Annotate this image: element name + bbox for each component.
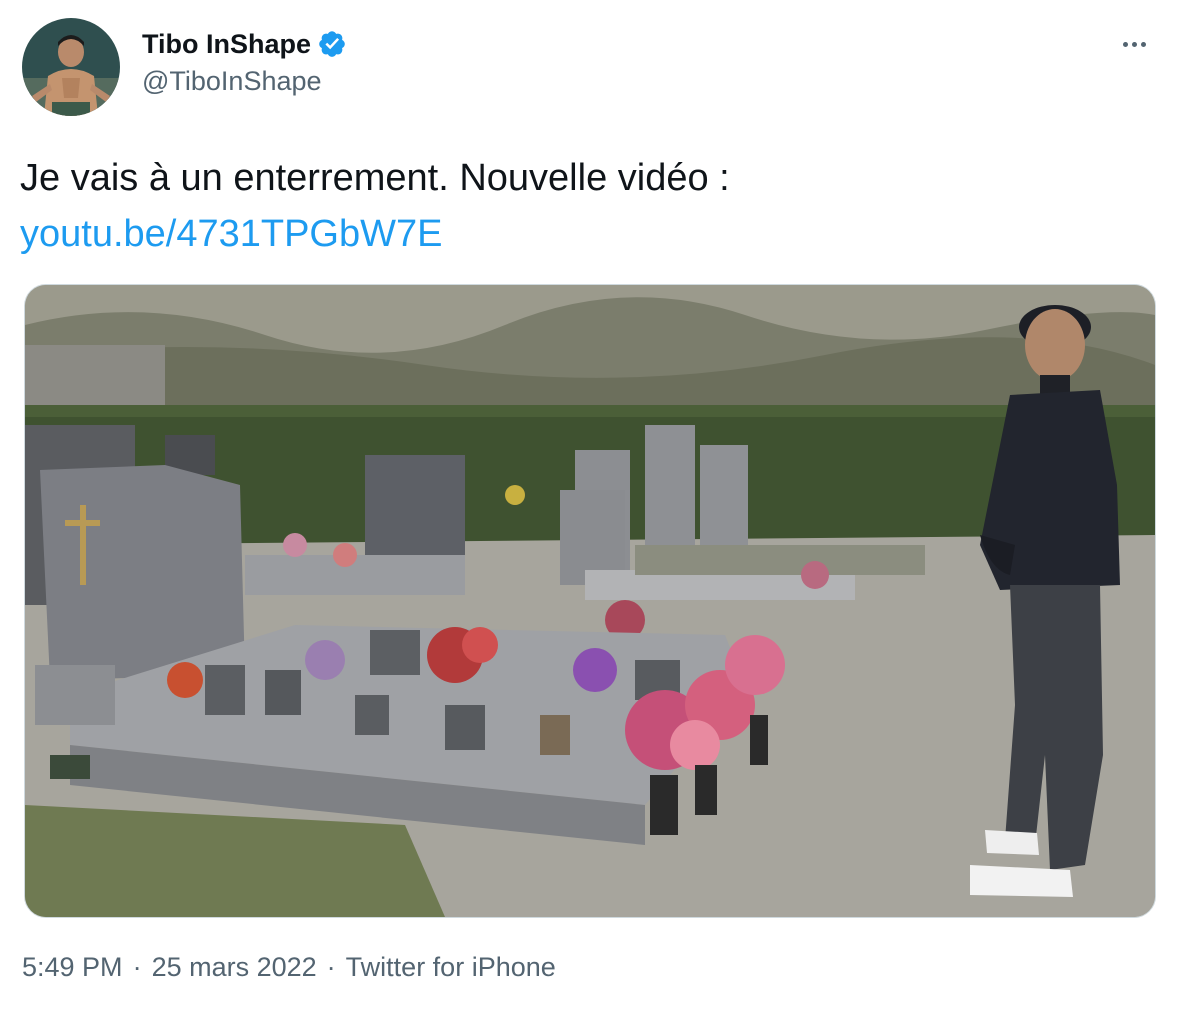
name-row: Tibo InShape	[142, 26, 347, 62]
tweet-text: Je vais à un enterrement. Nouvelle vidéo…	[20, 150, 1160, 262]
cemetery-photo	[25, 285, 1155, 917]
meta-separator: ·	[326, 952, 336, 982]
tweet-link[interactable]: youtu.be/4731TPGbW7E	[20, 213, 442, 255]
more-horizontal-icon[interactable]	[1114, 32, 1154, 56]
tweet-time[interactable]: 5:49 PM	[22, 952, 123, 983]
tweet-date[interactable]: 25 mars 2022	[152, 952, 317, 983]
tweet-source[interactable]: Twitter for iPhone	[346, 952, 556, 983]
tweet-media-photo[interactable]	[24, 284, 1156, 918]
avatar-photo	[22, 18, 120, 116]
tweet-meta: 5:49 PM · 25 mars 2022 · Twitter for iPh…	[22, 952, 556, 983]
handle[interactable]: @TiboInShape	[142, 66, 347, 97]
tweet-card: Tibo InShape @TiboInShape Je vais à un e…	[0, 0, 1184, 1020]
author-info: Tibo InShape @TiboInShape	[142, 26, 347, 97]
display-name[interactable]: Tibo InShape	[142, 29, 311, 60]
avatar[interactable]	[22, 18, 120, 116]
meta-separator: ·	[132, 952, 142, 982]
tweet-text-body: Je vais à un enterrement. Nouvelle vidéo…	[20, 157, 730, 199]
verified-badge-icon	[317, 29, 347, 59]
